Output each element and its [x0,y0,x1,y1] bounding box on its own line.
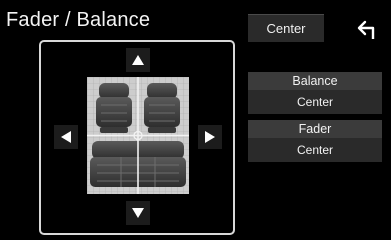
balance-right-button[interactable] [198,125,222,149]
fader-value: Center [296,143,334,157]
fader-up-button[interactable] [126,48,150,72]
center-button[interactable]: Center [248,14,324,42]
balance-value: Center [296,95,334,109]
arrow-up-icon [132,55,144,65]
back-arrow-icon [357,20,375,39]
back-button[interactable] [356,18,382,42]
arrow-right-icon [205,131,215,143]
fader-label: Fader [248,120,382,138]
front-left-seat-icon [96,83,132,133]
seat-map-touch-area[interactable] [87,77,189,194]
balance-left-button[interactable] [54,125,78,149]
balance-info-box: Balance Center [248,72,382,114]
balance-label: Balance [248,72,382,90]
arrow-left-icon [61,131,71,143]
fader-info-box: Fader Center [248,120,382,162]
fader-down-button[interactable] [126,201,150,225]
front-right-seat-icon [144,83,180,133]
arrow-down-icon [132,208,144,218]
page-title: Fader / Balance [6,9,151,31]
